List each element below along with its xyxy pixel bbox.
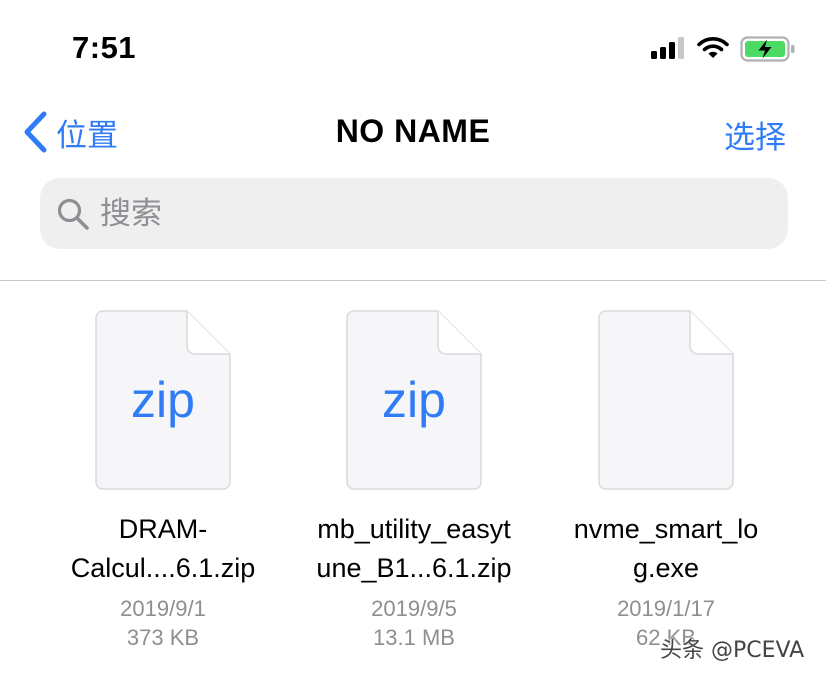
search-icon — [57, 198, 89, 230]
file-date: 2019/1/17 — [617, 596, 715, 621]
battery-charging-icon — [740, 36, 795, 62]
zip-file-icon: zip — [346, 310, 482, 490]
file-name: DRAM- Calcul....6.1.zip — [70, 514, 256, 583]
file-size: 373 KB — [126, 625, 200, 650]
zip-file-icon: zip — [95, 310, 231, 490]
navigation-bar: 位置 NO NAME 选择 — [0, 96, 826, 170]
file-type-label: zip — [382, 372, 446, 428]
select-button[interactable]: 选择 — [724, 112, 786, 157]
file-date: 2019/9/1 — [120, 596, 206, 621]
search-bar[interactable] — [40, 178, 788, 249]
divider — [0, 280, 826, 281]
file-date: 2019/9/5 — [371, 596, 457, 621]
wifi-icon — [697, 37, 729, 58]
status-bar: 7:51 — [0, 0, 826, 96]
page-title: NO NAME — [335, 113, 491, 149]
file-item-dram-calculator[interactable]: zip DRAM- Calcul....6.1.zip 2019/9/1 373… — [38, 310, 288, 652]
signal-icon — [651, 37, 684, 59]
generic-file-icon — [598, 310, 734, 490]
file-item-mb-utility[interactable]: zip mb_utility_easyt une_B1...6.1.zip 20… — [289, 310, 539, 652]
file-name: nvme_smart_lo g.exe — [573, 514, 759, 583]
file-type-label: zip — [131, 372, 195, 428]
file-item-nvme-smart-log[interactable]: nvme_smart_lo g.exe 2019/1/17 62 KB — [541, 310, 791, 652]
watermark: 头条 @PCEVA — [660, 638, 805, 663]
status-time: 7:51 — [72, 30, 137, 65]
file-size: 13.1 MB — [373, 625, 455, 650]
file-name: mb_utility_easyt une_B1...6.1.zip — [316, 514, 512, 583]
search-input[interactable] — [100, 195, 740, 232]
